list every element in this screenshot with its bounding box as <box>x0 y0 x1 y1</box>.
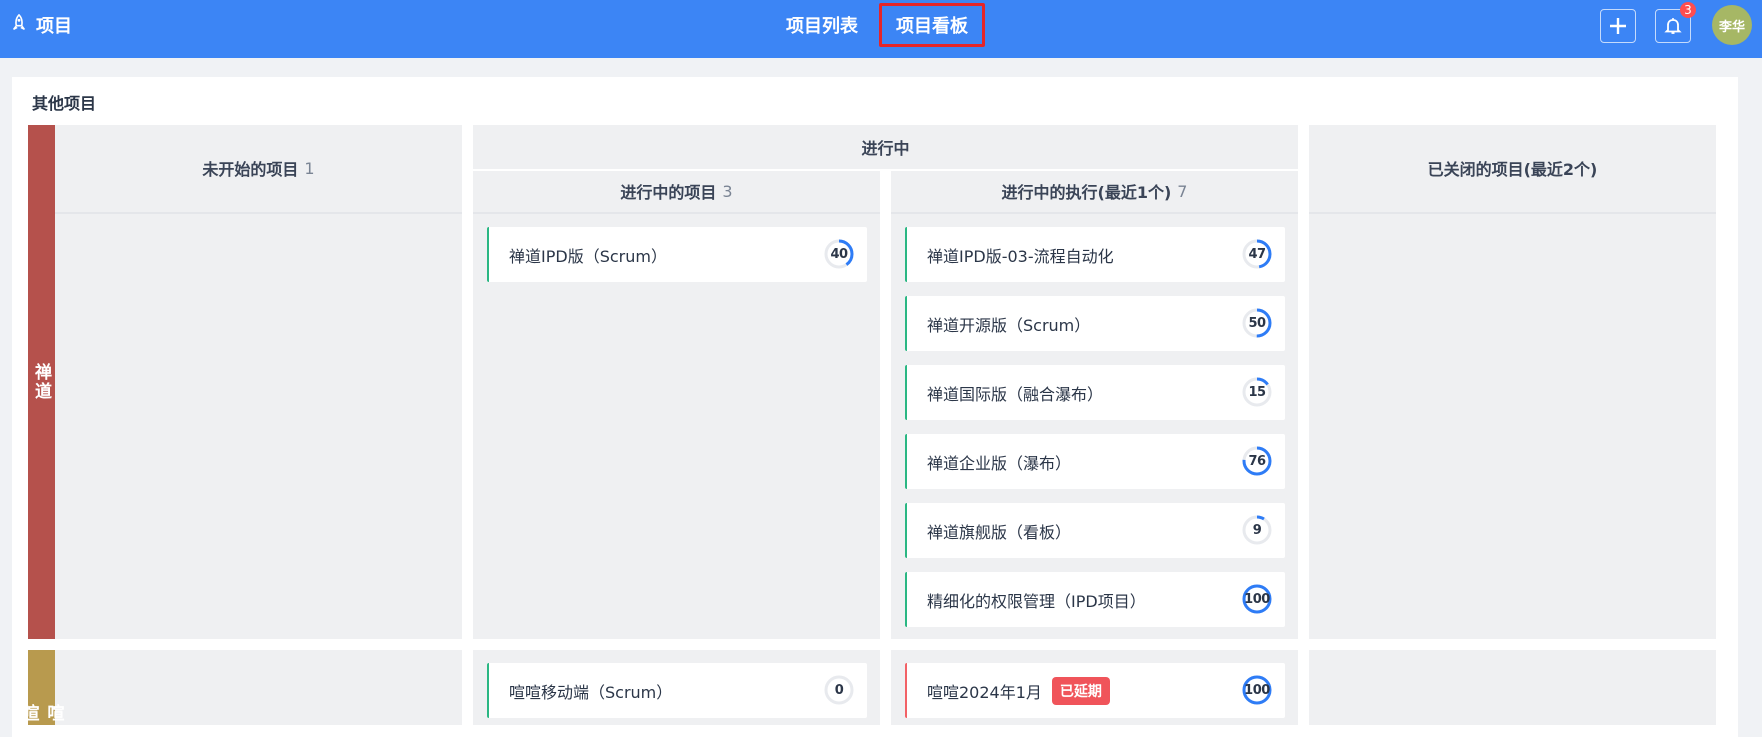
delayed-badge: 已延期 <box>1051 676 1110 705</box>
header-divider <box>55 212 462 214</box>
kanban-card[interactable]: 禅道国际版（融合瀑布） 15 <box>905 365 1285 420</box>
section-title: 其他项目 <box>32 94 97 113</box>
create-button[interactable] <box>1600 9 1636 43</box>
progress-ring: 15 <box>1241 376 1273 408</box>
header-in-progress-projects-label: 进行中的项目 <box>620 183 717 202</box>
header-in-progress-projects: 进行中的项目 3 <box>473 171 880 211</box>
progress-ring: 9 <box>1241 514 1273 546</box>
kanban-card[interactable]: 禅道旗舰版（看板） 9 <box>905 503 1285 558</box>
kanban-card[interactable]: 喧喧移动端（Scrum） 0 <box>487 663 867 718</box>
header-in-progress-executions-count: 7 <box>1177 181 1188 201</box>
app-brand[interactable]: 项目 <box>10 0 72 50</box>
lane-label-1: 禅道 <box>28 125 55 639</box>
header-not-started: 未开始的项目 1 <box>55 125 462 211</box>
progress-value: 100 <box>1244 591 1270 607</box>
header-divider <box>1309 212 1716 214</box>
lane-label-text: 喧喧 <box>18 704 64 723</box>
plus-icon <box>1610 18 1626 34</box>
card-title: 禅道旗舰版（看板） <box>927 522 1072 542</box>
card-title: 禅道国际版（融合瀑布） <box>927 384 1104 404</box>
nav-project-list-label: 项目列表 <box>786 16 858 37</box>
progress-ring: 50 <box>1241 307 1273 339</box>
header-divider <box>473 212 880 214</box>
header-in-progress-group-label: 进行中 <box>861 139 910 158</box>
kanban-card[interactable]: 禅道IPD版（Scrum） 40 <box>487 227 867 282</box>
kanban-card[interactable]: 禅道开源版（Scrum） 50 <box>905 296 1285 351</box>
brand-label: 项目 <box>36 16 72 37</box>
lane-label-2: 喧喧 <box>19 650 64 725</box>
header-in-progress-executions-label: 进行中的执行(最近1个) <box>1001 183 1172 202</box>
progress-ring: 47 <box>1241 238 1273 270</box>
header-not-started-label: 未开始的项目 <box>202 160 299 179</box>
user-avatar[interactable]: 李华 <box>1712 5 1752 45</box>
card-title: 禅道IPD版（Scrum） <box>509 246 667 266</box>
column-closed <box>1309 650 1716 725</box>
header-closed-label: 已关闭的项目(最近2个) <box>1427 160 1598 179</box>
kanban-card[interactable]: 喧喧2024年1月 已延期 100 <box>905 663 1285 718</box>
nav-project-list[interactable]: 项目列表 <box>786 0 858 50</box>
progress-ring: 100 <box>1241 674 1273 706</box>
kanban-card[interactable]: 禅道IPD版-03-流程自动化 47 <box>905 227 1285 282</box>
progress-value: 50 <box>1248 315 1266 331</box>
nav-project-kanban[interactable]: 项目看板 <box>879 0 985 50</box>
lane-label-text: 禅道 <box>31 363 51 401</box>
notification-badge: 3 <box>1680 2 1696 18</box>
card-title: 精细化的权限管理（IPD项目） <box>927 591 1146 611</box>
progress-value: 76 <box>1248 453 1266 469</box>
progress-ring: 40 <box>823 238 855 270</box>
kanban-card[interactable]: 精细化的权限管理（IPD项目） 100 <box>905 572 1285 627</box>
header-not-started-count: 1 <box>304 158 315 178</box>
active-nav-highlight: 项目看板 <box>879 3 985 47</box>
progress-value: 9 <box>1252 522 1262 538</box>
header-in-progress-group: 进行中 <box>473 125 1298 169</box>
progress-ring: 0 <box>823 674 855 706</box>
progress-value: 40 <box>830 246 848 262</box>
progress-ring: 76 <box>1241 445 1273 477</box>
header-in-progress-projects-count: 3 <box>722 181 733 201</box>
column-not-started <box>55 650 462 725</box>
card-title: 禅道开源版（Scrum） <box>927 315 1091 335</box>
card-title: 禅道企业版（瀑布） <box>927 453 1072 473</box>
progress-value: 100 <box>1244 682 1270 698</box>
progress-value: 47 <box>1248 246 1266 262</box>
header-closed: 已关闭的项目(最近2个) <box>1309 125 1716 211</box>
top-navbar: 项目 项目列表 项目看板 3 李华 <box>0 0 1762 58</box>
rocket-icon <box>10 13 28 37</box>
nav-project-kanban-label: 项目看板 <box>896 16 968 37</box>
progress-ring: 100 <box>1241 583 1273 615</box>
progress-value: 0 <box>834 682 844 698</box>
header-divider <box>891 212 1298 214</box>
card-title: 禅道IPD版-03-流程自动化 <box>927 246 1114 266</box>
bell-icon <box>1664 18 1682 34</box>
progress-value: 15 <box>1248 384 1266 400</box>
kanban-card[interactable]: 禅道企业版（瀑布） 76 <box>905 434 1285 489</box>
card-title: 喧喧移动端（Scrum） <box>509 682 673 702</box>
card-title: 喧喧2024年1月 <box>927 682 1042 702</box>
header-in-progress-executions: 进行中的执行(最近1个) 7 <box>891 171 1298 211</box>
